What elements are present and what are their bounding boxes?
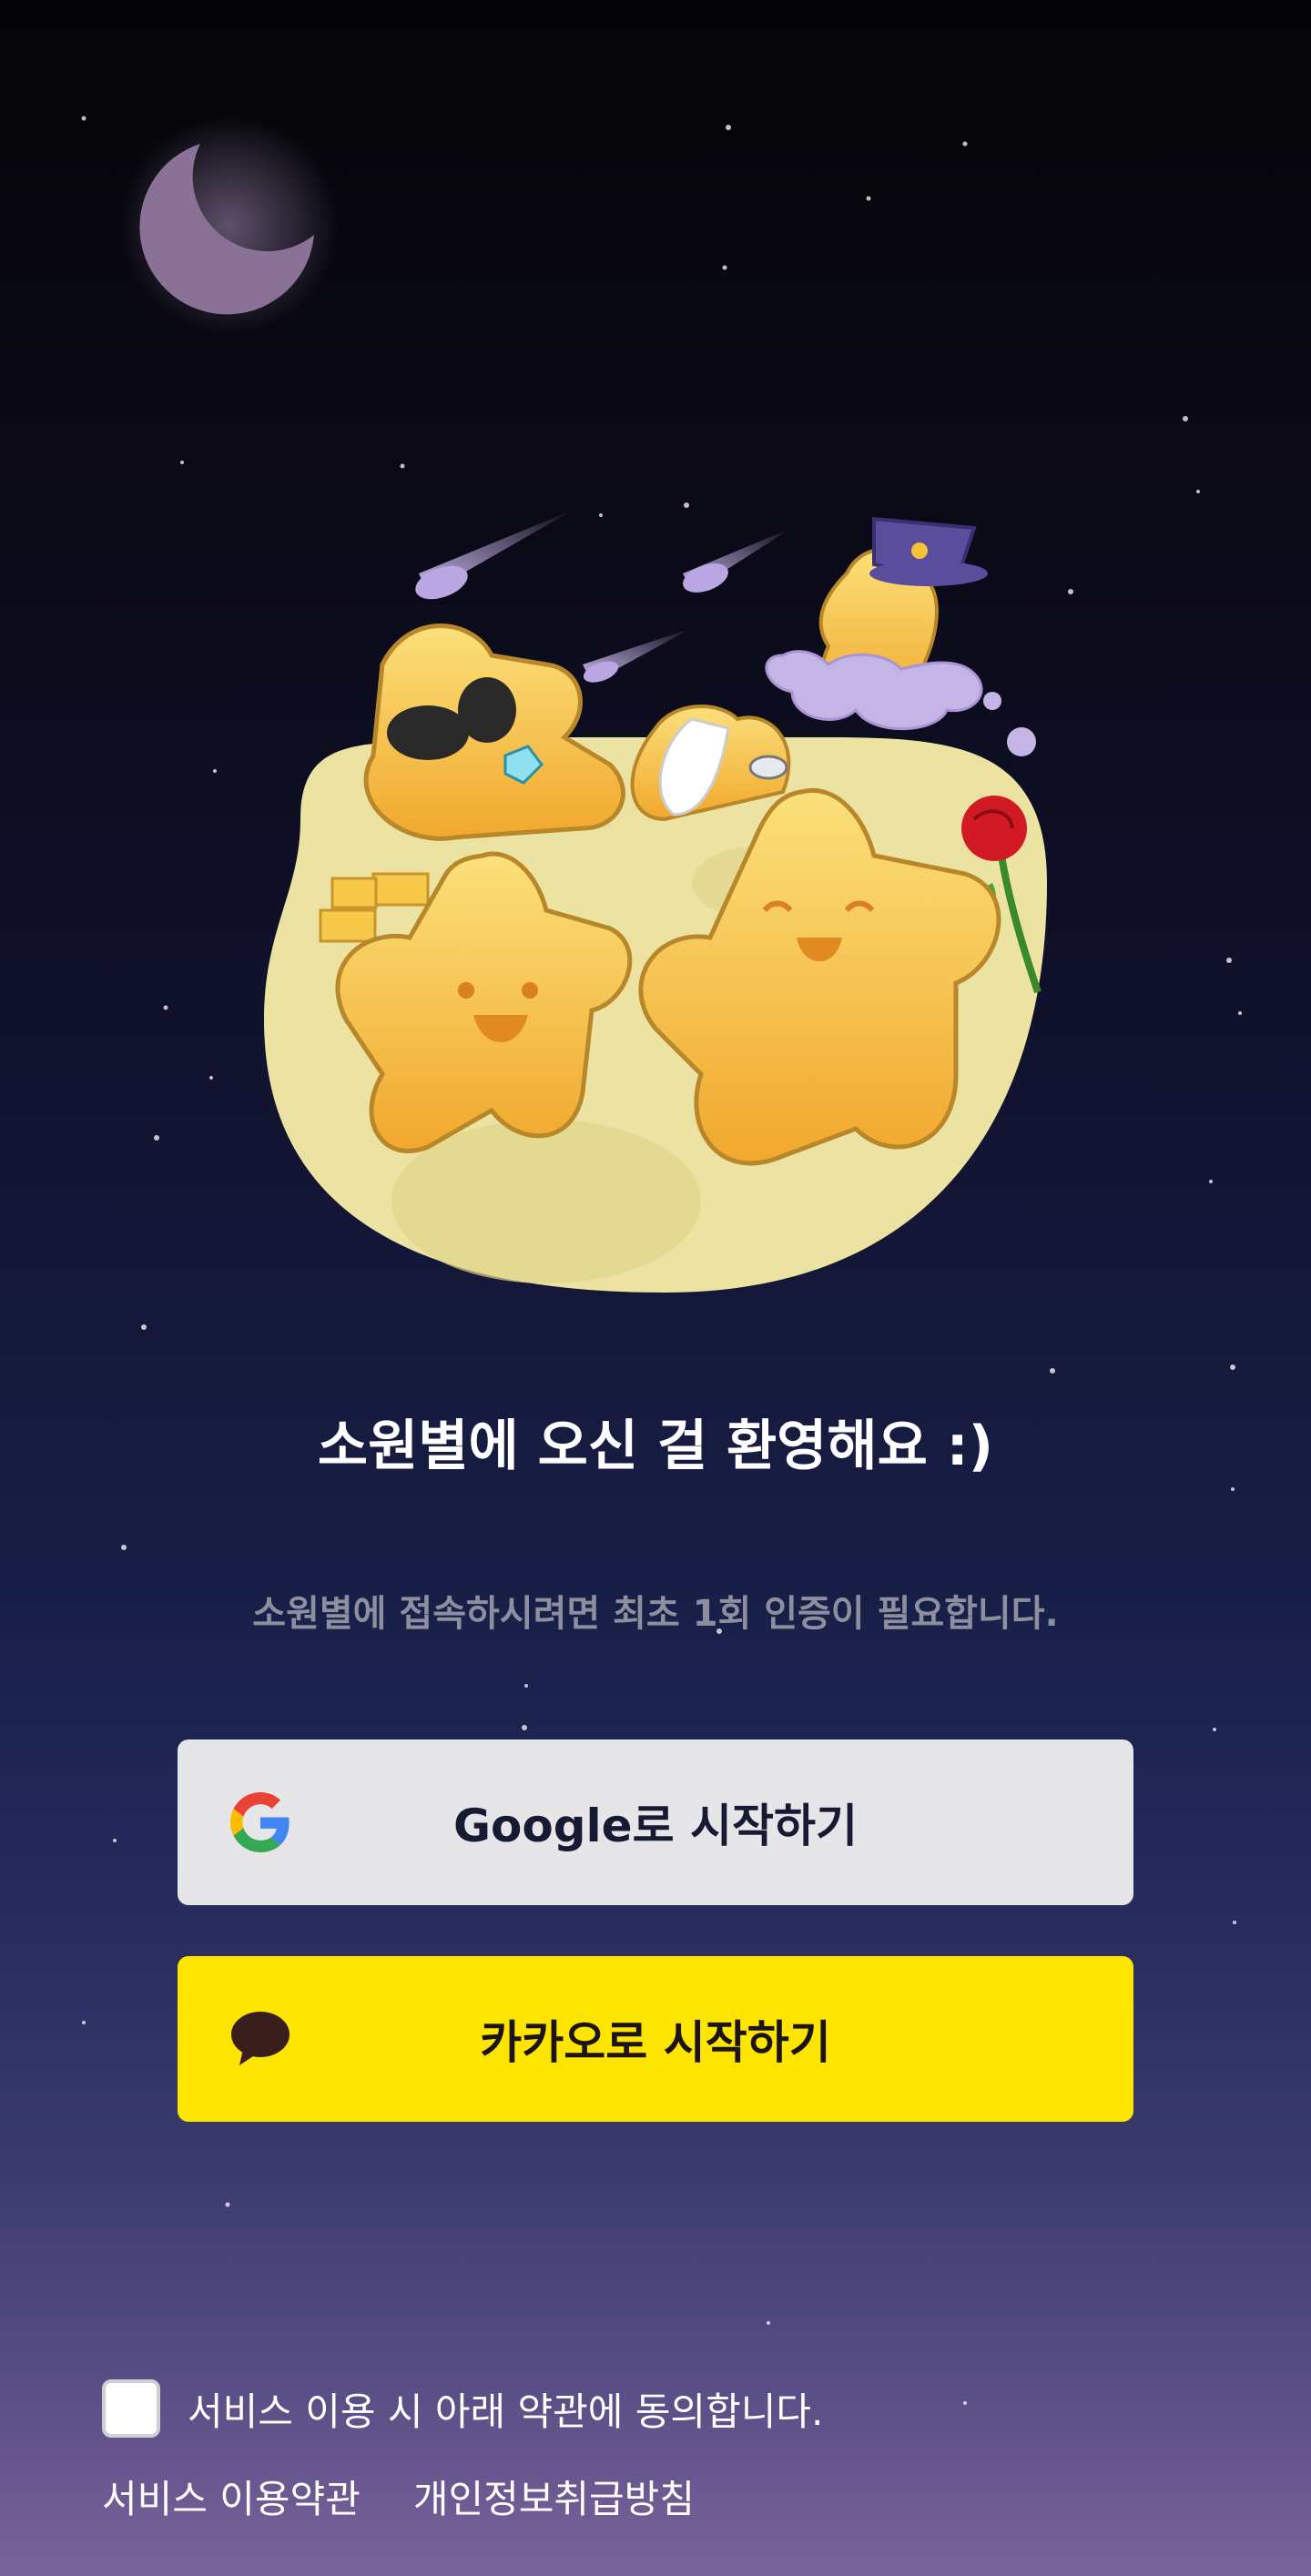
terms-of-service-link[interactable]: 서비스 이용약관 xyxy=(102,2469,361,2524)
wish-star-characters-illustration xyxy=(264,510,1047,1293)
google-logo-icon xyxy=(230,1792,290,1852)
welcome-title: 소원별에 오신 걸 환영해요 :) xyxy=(317,1415,994,1478)
auth-required-subtitle: 소원별에 접속하시려면 최초 1회 인증이 필요합니다. xyxy=(252,1593,1059,1635)
terms-consent-text: 서비스 이용 시 아래 약관에 동의합니다. xyxy=(188,2388,824,2434)
kakao-login-label: 카카오로 시작하기 xyxy=(480,2016,831,2069)
terms-consent-checkbox[interactable] xyxy=(102,2379,160,2438)
policy-links: 서비스 이용약관 개인정보취급방침 xyxy=(102,2469,695,2524)
google-login-label: Google로 시작하기 xyxy=(453,1800,858,1852)
kakao-login-button[interactable]: 카카오로 시작하기 xyxy=(178,1956,1133,2122)
google-login-button[interactable]: Google로 시작하기 xyxy=(178,1739,1133,1905)
terms-consent-row: 서비스 이용 시 아래 약관에 동의합니다. xyxy=(102,2379,823,2438)
privacy-policy-link[interactable]: 개인정보취급방침 xyxy=(413,2469,695,2524)
kakao-speech-bubble-icon xyxy=(231,2012,290,2065)
